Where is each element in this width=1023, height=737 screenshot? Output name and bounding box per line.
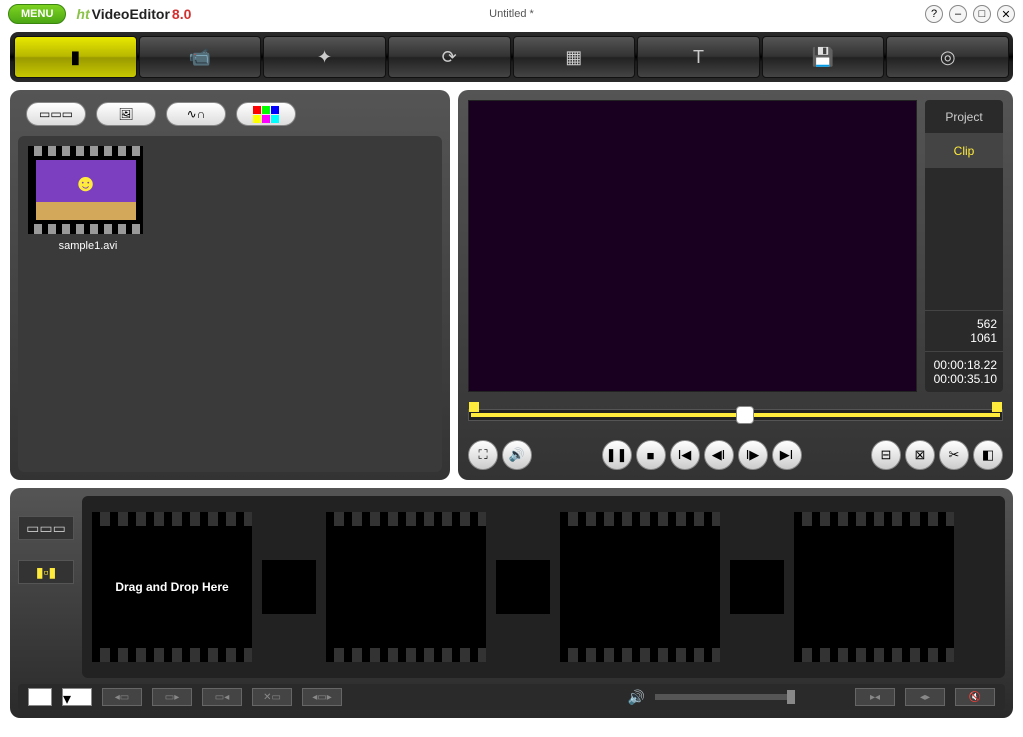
tool-export[interactable]: ◎ (886, 36, 1009, 78)
drop-hint: Drag and Drop Here (115, 579, 228, 596)
mute-button[interactable]: 🔇 (955, 688, 995, 706)
speaker-icon: 🔊 (628, 689, 645, 706)
lib-tab-audio[interactable]: ∿∩ (166, 102, 226, 126)
frame-counter: 562 1061 (925, 310, 1003, 351)
filmstrip-icon: ▦ (565, 47, 582, 68)
mark-out-button[interactable]: ⊠ (905, 440, 935, 470)
time-counter: 00:00:18.22 00:00:35.10 (925, 351, 1003, 392)
playhead[interactable] (736, 406, 754, 424)
storyboard-track[interactable]: Drag and Drop Here (82, 496, 1005, 678)
tab-clip[interactable]: Clip (925, 134, 1003, 168)
file-icon: ▮ (70, 47, 80, 68)
video-preview[interactable] (468, 100, 917, 392)
reel-icon: ⟳ (442, 47, 457, 68)
tab-project[interactable]: Project (925, 100, 1003, 134)
timeline-mode-button[interactable]: ▭▭▭ (18, 516, 74, 540)
wand-icon: ✦ (317, 47, 332, 68)
text-icon: T (693, 47, 704, 68)
image-icon: 🖼 (118, 107, 133, 121)
main-toolbar: ▮ 📹 ✦ ⟳ ▦ T 💾 ◎ (10, 32, 1013, 82)
storyboard-slot[interactable] (560, 512, 720, 662)
sb-btn-1[interactable]: ◂▭ (102, 688, 142, 706)
transition-slot[interactable] (730, 560, 784, 614)
stop-button[interactable]: ■ (636, 440, 666, 470)
cut-button[interactable]: ✂ (939, 440, 969, 470)
pause-button[interactable]: ❚❚ (602, 440, 632, 470)
sb-btn-5[interactable]: ◂▭▸ (302, 688, 342, 706)
tool-save[interactable]: 💾 (762, 36, 885, 78)
storyboard-slot[interactable]: Drag and Drop Here (92, 512, 252, 662)
scrub-bar[interactable] (468, 400, 1003, 430)
lib-tab-image[interactable]: 🖼 (96, 102, 156, 126)
storyboard-panel: ▭▭▭ ▮▫▮ Drag and Drop Here ▾ ◂▭ ▭▸ ▭◂ ✕▭… (10, 488, 1013, 718)
logo-version: 8.0 (172, 6, 191, 22)
camera-icon: 📹 (189, 47, 211, 68)
menu-button[interactable]: MENU (8, 4, 66, 24)
fullscreen-button[interactable]: ⛶ (468, 440, 498, 470)
clip-filename: sample1.avi (28, 240, 148, 252)
next-button[interactable]: ▶I (772, 440, 802, 470)
storyboard-toolbar: ▾ ◂▭ ▭▸ ▭◂ ✕▭ ◂▭▸ 🔊 ▸◂ ◂▸ 🔇 (18, 684, 1005, 710)
document-title: Untitled * (489, 8, 534, 20)
tool-file[interactable]: ▮ (14, 36, 137, 78)
library-panel: ▭▭▭ 🖼 ∿∩ sample1.avi (10, 90, 450, 480)
sb-btn-4[interactable]: ✕▭ (252, 688, 292, 706)
volume-button[interactable]: 🔊 (502, 440, 532, 470)
frame-current: 562 (931, 317, 997, 331)
transition-slot[interactable] (262, 560, 316, 614)
tool-effects[interactable]: ✦ (263, 36, 386, 78)
transition-slot[interactable] (496, 560, 550, 614)
maximize-button[interactable]: □ (973, 5, 991, 23)
sb-btn-2[interactable]: ▭▸ (152, 688, 192, 706)
clip-thumbnail (28, 146, 143, 234)
step-fwd-button[interactable]: I▶ (738, 440, 768, 470)
zoom-dropdown[interactable]: ▾ (62, 688, 92, 706)
tool-clips[interactable]: ▦ (513, 36, 636, 78)
volume-slider[interactable] (655, 694, 795, 700)
nav-next-button[interactable]: ◂▸ (905, 688, 945, 706)
storyboard-slot[interactable] (326, 512, 486, 662)
audio-icon: ∿∩ (187, 107, 206, 121)
storyboard-mode-button[interactable]: ▮▫▮ (18, 560, 74, 584)
preview-panel: Project Clip 562 1061 00:00:18.22 00:00:… (458, 90, 1013, 480)
storyboard-slot[interactable] (794, 512, 954, 662)
color-grid-icon (253, 106, 279, 123)
in-marker[interactable] (469, 402, 479, 412)
clip-item[interactable]: sample1.avi (28, 146, 148, 252)
film-icon: ▭▭▭ (39, 107, 73, 121)
view-mode-button[interactable] (28, 688, 52, 706)
mark-in-button[interactable]: ⊟ (871, 440, 901, 470)
tool-transitions[interactable]: ⟳ (388, 36, 511, 78)
time-current: 00:00:18.22 (931, 358, 997, 372)
title-bar: MENU ht VideoEditor 8.0 Untitled * ? – □… (0, 0, 1023, 28)
preview-sidebar: Project Clip 562 1061 00:00:18.22 00:00:… (925, 100, 1003, 392)
minimize-button[interactable]: – (949, 5, 967, 23)
close-button[interactable]: ✕ (997, 5, 1015, 23)
tool-capture[interactable]: 📹 (139, 36, 262, 78)
library-content[interactable]: sample1.avi (18, 136, 442, 472)
frame-total: 1061 (931, 331, 997, 345)
prev-button[interactable]: I◀ (670, 440, 700, 470)
tool-text[interactable]: T (637, 36, 760, 78)
logo-name: VideoEditor (92, 6, 170, 22)
help-button[interactable]: ? (925, 5, 943, 23)
erase-button[interactable]: ◧ (973, 440, 1003, 470)
app-logo: ht VideoEditor 8.0 (76, 6, 191, 22)
nav-prev-button[interactable]: ▸◂ (855, 688, 895, 706)
lib-tab-color[interactable] (236, 102, 296, 126)
disc-icon: ◎ (940, 47, 956, 68)
out-marker[interactable] (992, 402, 1002, 412)
lib-tab-video[interactable]: ▭▭▭ (26, 102, 86, 126)
storyboard-mode-switch: ▭▭▭ ▮▫▮ (18, 496, 74, 678)
save-icon: 💾 (812, 47, 834, 68)
logo-prefix: ht (76, 6, 89, 22)
step-back-button[interactable]: ◀I (704, 440, 734, 470)
transport-controls: ⛶ 🔊 ❚❚ ■ I◀ ◀I I▶ ▶I ⊟ ⊠ ✂ ◧ (468, 440, 1003, 470)
time-total: 00:00:35.10 (931, 372, 997, 386)
sb-btn-3[interactable]: ▭◂ (202, 688, 242, 706)
